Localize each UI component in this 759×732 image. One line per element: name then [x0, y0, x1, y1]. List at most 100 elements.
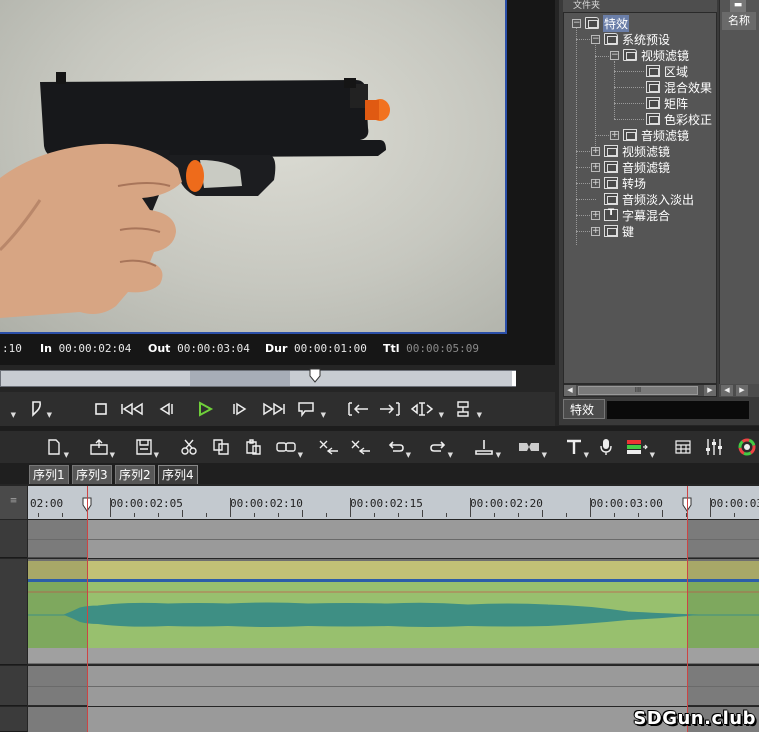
stop-button[interactable]	[92, 398, 110, 420]
track-header-audio-1[interactable]	[0, 666, 27, 706]
tree-node-color-correct[interactable]: 色彩校正	[646, 111, 712, 127]
tree-label: 字幕混合	[622, 208, 671, 223]
chevron-down-icon: ▼	[405, 451, 411, 459]
tree-node-system-presets[interactable]: − 系统预设	[591, 31, 670, 47]
expand-icon[interactable]: +	[591, 226, 600, 236]
tree-node-blend[interactable]: 混合效果	[646, 79, 712, 95]
storyboard-button[interactable]	[674, 438, 692, 456]
tree-node-region[interactable]: 区域	[646, 63, 688, 79]
clip-track-lane[interactable]	[28, 559, 759, 665]
set-in-button[interactable]: ▼	[28, 398, 52, 420]
audio-mixer-button[interactable]	[704, 438, 724, 456]
tab-effects[interactable]: 特效	[563, 399, 605, 419]
folder-open-icon	[623, 49, 637, 61]
tree-node-audio-filters-sub[interactable]: + 音频滤镜	[610, 127, 689, 143]
title-button[interactable]: ▼	[566, 438, 589, 459]
chevron-down-icon: ▼	[447, 451, 453, 459]
match-frame-button[interactable]: ▼	[410, 398, 444, 420]
audio-filter-icon	[623, 129, 637, 141]
track-header-audio-2[interactable]	[0, 707, 27, 732]
link-button[interactable]: ▼	[276, 438, 303, 459]
list-horizontal-scrollbar[interactable]: ◀ ▶	[719, 384, 759, 397]
expand-icon[interactable]: +	[591, 162, 600, 172]
collapse-icon[interactable]: −	[572, 18, 581, 28]
expand-icon[interactable]: +	[610, 130, 619, 140]
tree-node-effects-root[interactable]: − 特效	[572, 14, 630, 32]
scroll-left-icon[interactable]: ◀	[721, 385, 733, 396]
transport-menu-dropdown[interactable]: ▼	[4, 398, 18, 420]
delete-button[interactable]	[350, 438, 372, 456]
effects-list-pane: ▬ 名称	[719, 0, 759, 384]
cut-button[interactable]	[180, 438, 198, 456]
chevron-down-icon: ▼	[10, 411, 16, 419]
filter-icon	[646, 65, 660, 77]
video-track-lane[interactable]	[28, 520, 759, 558]
scroll-right-icon[interactable]: ▶	[736, 385, 748, 396]
track-header-audio-video[interactable]	[0, 559, 27, 665]
audio-fade-icon	[604, 193, 618, 205]
scroll-right-icon[interactable]: ▶	[704, 385, 716, 396]
title-icon	[604, 208, 618, 221]
playhead-marker[interactable]	[309, 368, 321, 384]
effects-search-field[interactable]	[607, 401, 749, 419]
loop-button[interactable]: ▼	[296, 398, 326, 420]
tab-sequence-3[interactable]: 序列3	[72, 465, 112, 484]
play-button[interactable]	[194, 398, 216, 420]
undo-icon	[388, 441, 404, 452]
name-column-header[interactable]: 名称	[722, 12, 756, 30]
tree-node-matrix[interactable]: 矩阵	[646, 95, 688, 111]
dur-timecode: 00:00:01:00	[294, 342, 367, 355]
sliders-icon	[706, 439, 722, 455]
view-toggle-icon[interactable]: ▬	[730, 0, 746, 12]
delete-ripple-button[interactable]	[318, 438, 340, 456]
new-button[interactable]: ▼	[46, 438, 69, 459]
copy-button[interactable]	[212, 438, 230, 456]
paste-button[interactable]	[244, 438, 262, 456]
tree-node-transitions[interactable]: + 转场	[591, 175, 646, 191]
voiceover-button[interactable]	[598, 438, 614, 456]
in-label: In	[40, 342, 52, 355]
export-button[interactable]: ▼	[454, 398, 482, 420]
ruler-settings-icon[interactable]: ≡	[0, 486, 27, 519]
track-header-video[interactable]	[0, 520, 27, 558]
expand-icon[interactable]: +	[591, 210, 600, 220]
tab-sequence-2[interactable]: 序列2	[115, 465, 155, 484]
tree-node-keys[interactable]: + 键	[591, 223, 634, 239]
add-cut-button[interactable]: ▼	[474, 438, 501, 459]
match-frame-icon	[410, 402, 434, 416]
timeline-ruler[interactable]: 02:00 00:00:02:05 00:00:02:10 00:00:02:1…	[28, 486, 759, 519]
expand-icon[interactable]: +	[591, 178, 600, 188]
fast-forward-button[interactable]	[260, 398, 286, 420]
expand-icon[interactable]: +	[591, 146, 600, 156]
collapse-icon[interactable]: −	[610, 50, 619, 60]
tree-node-video-filters[interactable]: + 视频滤镜	[591, 143, 670, 159]
tree-node-title-mix[interactable]: + 字幕混合	[591, 207, 670, 223]
tree-node-audio-fade[interactable]: 音频淡入淡出	[604, 191, 694, 207]
stop-icon	[95, 403, 107, 415]
tab-sequence-1[interactable]: 序列1	[29, 465, 69, 484]
tree-node-video-filters-sub[interactable]: − 视频滤镜	[610, 47, 689, 63]
color-wheel-button[interactable]	[738, 438, 756, 456]
scroll-thumb[interactable]: III	[578, 386, 698, 395]
timeline-toolbar: ▼ ▼ ▼ ▼ ▼ ▼ ▼ ▼ ▼ ▼	[0, 431, 759, 463]
mixer-button[interactable]: ▼	[518, 438, 547, 459]
tab-sequence-4[interactable]: 序列4	[158, 465, 198, 484]
step-forward-button[interactable]	[230, 398, 250, 420]
audio-track-lane-1[interactable]	[28, 666, 759, 706]
undo-button[interactable]: ▼	[388, 438, 411, 459]
preview-scrub-bar[interactable]	[0, 368, 516, 387]
scroll-left-icon[interactable]: ◀	[564, 385, 576, 396]
go-to-out-button[interactable]	[378, 398, 402, 420]
redo-button[interactable]: ▼	[430, 438, 453, 459]
tree-node-audio-filters[interactable]: + 音频滤镜	[591, 159, 670, 175]
step-back-button[interactable]	[156, 398, 176, 420]
save-button[interactable]: ▼	[136, 438, 159, 459]
in-out-range	[190, 371, 290, 386]
tree-horizontal-scrollbar[interactable]: ◀ III ▶	[563, 384, 717, 397]
sequence-tabs: 序列1 序列3 序列2 序列4	[0, 463, 759, 484]
go-to-in-button[interactable]	[346, 398, 370, 420]
render-button[interactable]: ▼	[626, 438, 655, 459]
rewind-button[interactable]	[120, 398, 146, 420]
collapse-icon[interactable]: −	[591, 34, 600, 44]
open-button[interactable]: ▼	[90, 438, 115, 459]
